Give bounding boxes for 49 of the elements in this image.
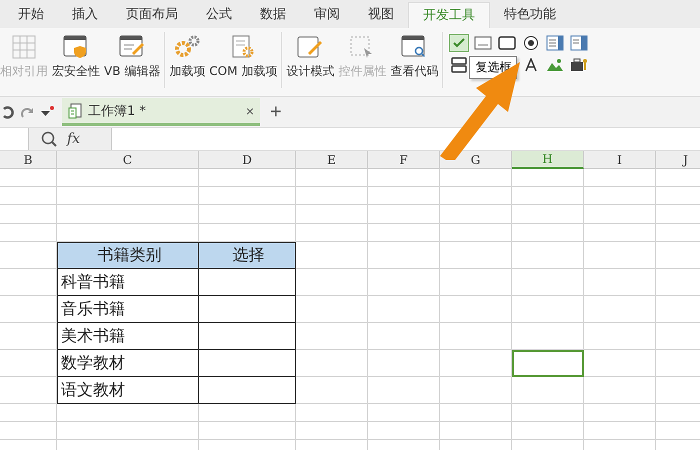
menu-tab[interactable]: 插入 — [58, 2, 112, 28]
menu-tab[interactable]: 数据 — [246, 2, 300, 28]
function-button[interactable]: fx — [67, 131, 80, 147]
menu-tab[interactable]: 开发工具 — [408, 2, 490, 28]
menu-tab[interactable]: 开始 — [4, 2, 58, 28]
close-button[interactable]: × — [246, 102, 254, 118]
ribbon-button[interactable]: VB 编辑器 — [102, 32, 162, 88]
new-tab-button[interactable]: + — [266, 100, 286, 124]
list-box-icon[interactable] — [545, 34, 566, 52]
table-cell: 音乐书籍 — [57, 296, 199, 323]
formula-input[interactable] — [111, 128, 700, 150]
active-cell[interactable] — [512, 350, 584, 377]
column-header[interactable]: B — [0, 151, 57, 169]
search-icon[interactable] — [41, 131, 57, 147]
redo-icon[interactable] — [20, 105, 34, 119]
ribbon-button[interactable]: COM 加载项 — [207, 32, 280, 88]
menu-tab[interactable]: 公式 — [192, 2, 246, 28]
table-cell: 科普书籍 — [57, 269, 199, 296]
spin-button-icon[interactable] — [449, 56, 470, 74]
ribbon-button[interactable]: 查看代码 — [388, 32, 440, 88]
column-header[interactable]: D — [199, 151, 296, 169]
text-box-control-icon[interactable] — [473, 34, 494, 52]
ribbon-button[interactable]: 加载项 — [167, 32, 208, 88]
menu-tab[interactable]: 审阅 — [300, 2, 354, 28]
column-header[interactable]: C — [57, 151, 199, 169]
table-cell: 美术书籍 — [57, 323, 199, 350]
table-cell: 语文教材 — [57, 377, 199, 404]
grid-icon — [11, 34, 37, 60]
column-header[interactable]: I — [584, 151, 656, 169]
menu-tab[interactable]: 特色功能 — [490, 2, 570, 28]
column-header[interactable]: J — [656, 151, 700, 169]
design-pencil-icon — [296, 34, 324, 60]
checkbox-control-icon[interactable] — [449, 34, 470, 52]
spreadsheet-icon — [68, 102, 82, 118]
document-tab-title[interactable]: 工作簿1 * — [88, 102, 240, 120]
table-cell: 数学教材 — [57, 350, 199, 377]
ribbon-button[interactable]: 宏安全性 — [50, 32, 102, 88]
column-header[interactable]: F — [368, 151, 440, 169]
gears-icon — [173, 34, 202, 60]
table-header-cell: 选择 — [199, 242, 296, 269]
menu-tab[interactable]: 视图 — [354, 2, 408, 28]
combo-box-icon[interactable] — [569, 34, 590, 52]
column-header[interactable]: E — [296, 151, 368, 169]
menu-tab[interactable]: 页面布局 — [112, 2, 192, 28]
table-header-cell: 书籍类别 — [57, 242, 199, 269]
command-button-icon[interactable] — [497, 34, 518, 52]
undo-icon[interactable] — [2, 105, 14, 119]
ribbon-button[interactable]: 设计模式 — [284, 32, 336, 88]
toolbox-icon[interactable] — [569, 56, 590, 74]
